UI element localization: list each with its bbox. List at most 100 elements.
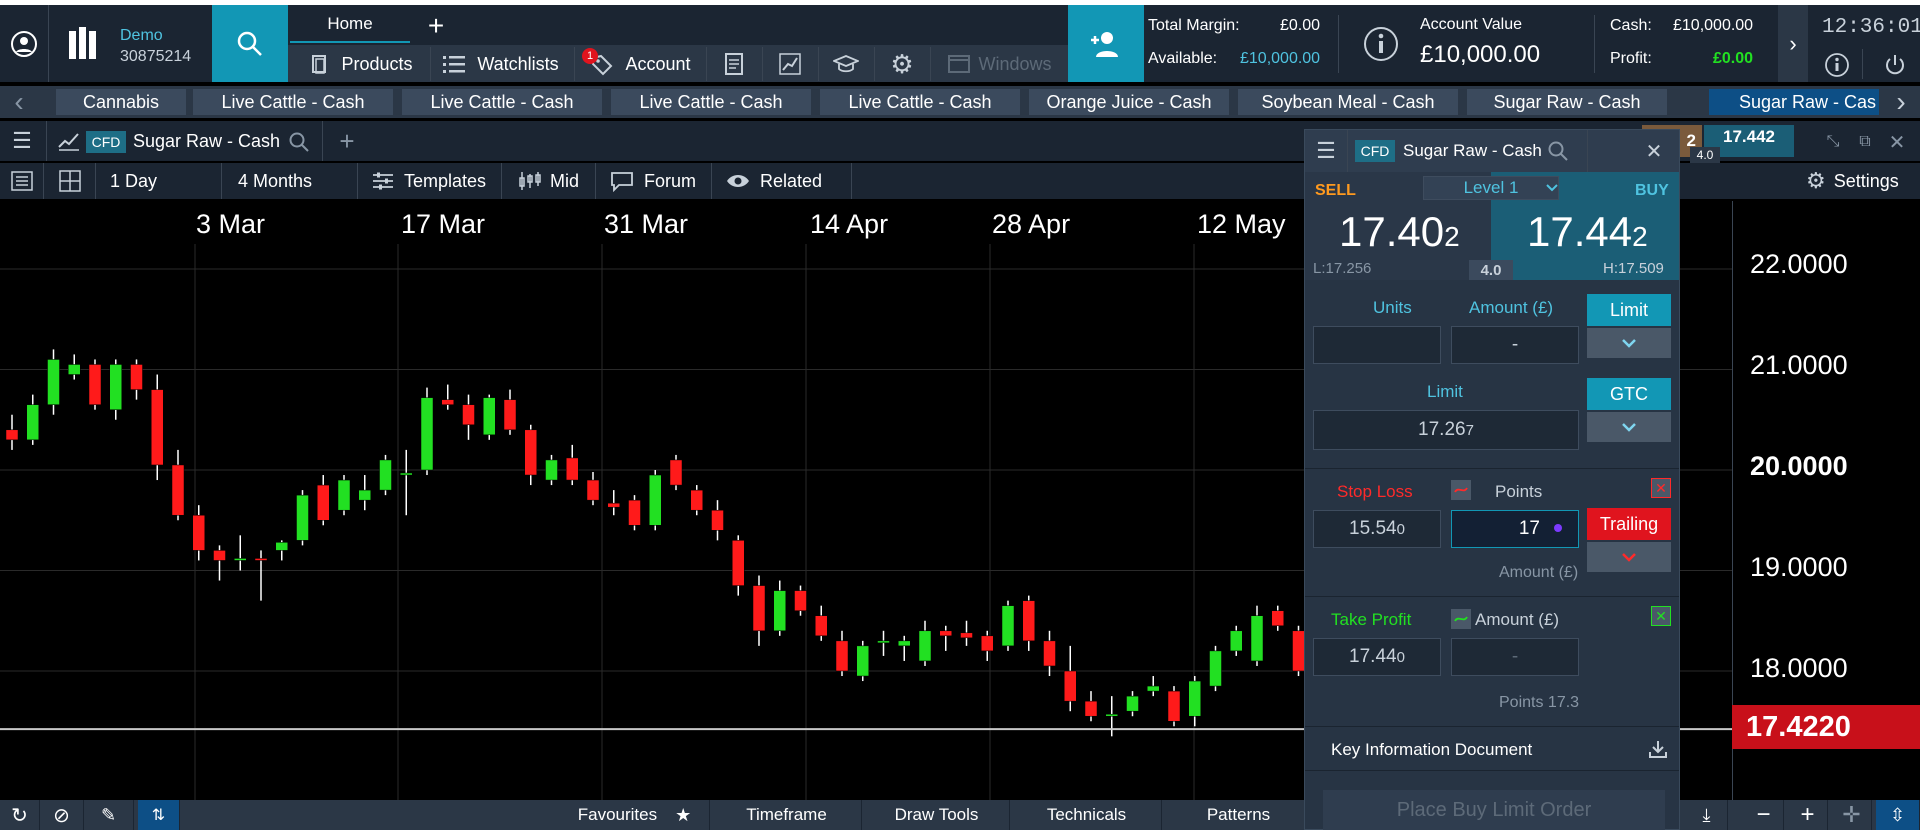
candle-up (420, 397, 434, 471)
chat-icon (611, 172, 633, 192)
settings-button[interactable]: ⚙ Settings (1806, 163, 1899, 199)
limit-price-input[interactable]: 17.26 7 (1313, 410, 1579, 450)
range-selector[interactable]: 4 Months (222, 163, 358, 199)
user-profile-icon[interactable] (0, 5, 48, 82)
popout-icon[interactable]: ⧉ (1852, 129, 1878, 155)
minimize-icon[interactable]: ⤡ (1820, 129, 1846, 155)
fit-vertical-icon[interactable]: ⇳ (1876, 800, 1920, 830)
layout-grid-icon[interactable] (44, 163, 96, 199)
level-chevron-icon[interactable] (1541, 176, 1563, 200)
candle-up (1188, 680, 1201, 717)
trailing-chevron-icon[interactable] (1587, 542, 1671, 572)
add-tab-icon[interactable]: + (418, 9, 454, 43)
level-selector[interactable]: Level 1 (1423, 176, 1559, 200)
candle-up (358, 489, 371, 501)
products-icon (312, 55, 327, 74)
instrument-tab[interactable]: Soybean Meal - Cash (1238, 89, 1458, 115)
no-entry-icon[interactable]: ⊘ (40, 800, 84, 830)
account-value-label: Account Value (1420, 16, 1522, 33)
remove-stop-loss-icon[interactable]: ✕ (1651, 478, 1671, 498)
refresh-icon[interactable]: ↻ (0, 800, 40, 830)
forum-button[interactable]: Forum (596, 163, 712, 199)
zoom-out-icon[interactable]: − (1744, 800, 1784, 830)
ticket-menu-icon[interactable]: ☰ (1311, 136, 1341, 166)
education-icon[interactable] (820, 47, 872, 81)
amount-input[interactable]: - (1451, 326, 1579, 364)
technicals-button[interactable]: Technicals (1012, 800, 1162, 830)
windows-button[interactable]: Windows (935, 47, 1065, 81)
related-button[interactable]: Related (712, 163, 852, 199)
instrument-tab[interactable]: Sugar Raw - Cash (1467, 89, 1667, 115)
instrument-tab[interactable]: Live Cattle - Cash (402, 89, 602, 115)
add-chart-icon[interactable]: + (330, 125, 364, 157)
candle-up (337, 479, 351, 511)
tab-home[interactable]: Home (290, 7, 410, 43)
duration-button[interactable]: GTC (1587, 378, 1671, 410)
key-information-document-link[interactable]: Key Information Document (1331, 740, 1532, 760)
candles-icon (519, 172, 541, 190)
close-chart-icon[interactable]: ✕ (1884, 129, 1910, 155)
scroll-right-icon[interactable]: › (1884, 86, 1918, 118)
list-view-icon[interactable] (0, 163, 44, 199)
search-button[interactable] (212, 5, 288, 82)
report-icon[interactable] (708, 47, 760, 81)
reset-zoom-icon[interactable]: ⤓ (1686, 800, 1728, 830)
spread-value: 4.0 (1469, 260, 1513, 280)
candle-up (1230, 630, 1243, 652)
pencil-icon[interactable]: ✎ (84, 800, 134, 830)
take-profit-points-info: Points 17.3 (1499, 694, 1580, 711)
take-profit-price-input[interactable]: 17.44 0 (1313, 638, 1441, 676)
expand-right-icon[interactable]: › (1778, 5, 1808, 82)
power-icon[interactable] (1876, 49, 1914, 81)
interval-selector[interactable]: 1 Day (96, 163, 222, 199)
place-order-button[interactable]: Place Buy Limit Order (1323, 790, 1665, 830)
take-profit-amount-input[interactable]: - (1451, 638, 1579, 676)
account-number: 30875214 (120, 48, 192, 65)
trailing-button[interactable]: Trailing (1587, 508, 1671, 540)
take-profit-label: Take Profit (1331, 610, 1412, 629)
crosshair-icon[interactable]: ✛ (1832, 800, 1872, 830)
close-ticket-icon[interactable]: ✕ (1639, 136, 1669, 166)
account-button[interactable]: Account (580, 47, 700, 81)
units-input[interactable] (1313, 326, 1441, 364)
candle-down (317, 484, 330, 521)
windows-label: Windows (978, 53, 1052, 74)
timeframe-button[interactable]: Timeframe (712, 800, 862, 830)
zoom-in-icon[interactable]: + (1788, 800, 1828, 830)
scroll-left-icon[interactable]: ‹ (2, 86, 36, 118)
help-info-icon[interactable] (1818, 49, 1856, 81)
ticket-search-icon[interactable] (1543, 136, 1573, 166)
instrument-tab[interactable]: Live Cattle - Cash (193, 89, 393, 115)
instrument-tab[interactable]: Live Cattle - Cash (611, 89, 811, 115)
stop-loss-toggle-icon[interactable] (1451, 480, 1471, 500)
order-type-chevron-icon[interactable] (1587, 328, 1671, 358)
instrument-tab-active[interactable]: Sugar Raw - Cas (1709, 89, 1879, 115)
favourites-button[interactable]: Favourites ★ (560, 800, 710, 830)
templates-button[interactable]: Templates (358, 163, 502, 199)
settings-gear-icon[interactable]: ⚙ (876, 47, 928, 81)
order-type-button[interactable]: Limit (1587, 294, 1671, 326)
add-user-button[interactable] (1068, 5, 1144, 82)
instrument-tab[interactable]: Live Cattle - Cash (820, 89, 1020, 115)
draw-tools-button[interactable]: Draw Tools (864, 800, 1010, 830)
sliders-icon (373, 172, 393, 190)
templates-label: Templates (404, 170, 487, 191)
info-icon[interactable] (1362, 25, 1400, 63)
chart-expand-icon[interactable] (764, 47, 816, 81)
watchlists-button[interactable]: Watchlists (436, 47, 566, 81)
instrument-tab[interactable]: Orange Juice - Cash (1029, 89, 1229, 115)
patterns-button[interactable]: Patterns (1164, 800, 1314, 830)
duration-chevron-icon[interactable] (1587, 412, 1671, 442)
chart-menu-icon[interactable]: ☰ (4, 125, 40, 157)
mid-button[interactable]: Mid (502, 163, 596, 199)
remove-take-profit-icon[interactable]: ✕ (1651, 606, 1671, 626)
watchlists-label: Watchlists (477, 53, 559, 74)
date-label: 3 Mar (196, 209, 266, 239)
sort-arrows-icon[interactable]: ⇅ (138, 800, 180, 830)
chart-search-icon[interactable] (284, 127, 314, 157)
download-icon[interactable] (1645, 736, 1671, 762)
instrument-tab[interactable]: Cannabis (56, 89, 186, 115)
stop-loss-price-input[interactable]: 15.54 0 (1313, 510, 1441, 548)
products-button[interactable]: Products (296, 47, 426, 81)
take-profit-toggle-icon[interactable] (1451, 609, 1471, 629)
